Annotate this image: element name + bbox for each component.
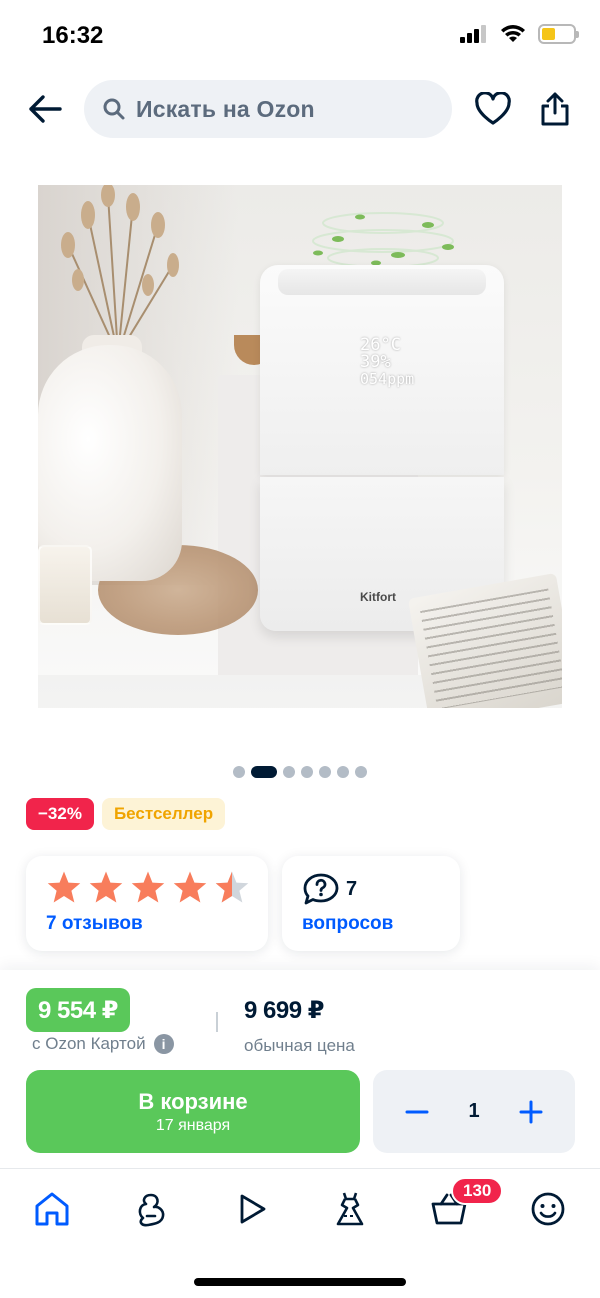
home-indicator xyxy=(194,1278,406,1286)
promo-icon xyxy=(138,1193,165,1227)
tab-fashion[interactable] xyxy=(324,1183,376,1235)
star-icon xyxy=(89,871,123,903)
ozon-card-price: 9 554 ₽ xyxy=(38,996,118,1024)
question-bubble-icon xyxy=(303,873,339,905)
star-icon xyxy=(131,871,165,903)
gallery-dot[interactable] xyxy=(319,766,331,778)
tab-promo[interactable] xyxy=(125,1183,177,1235)
questions-card[interactable]: 7 вопросов xyxy=(282,856,460,951)
star-icon xyxy=(47,871,81,903)
search-input[interactable]: Искать на Ozon xyxy=(84,80,452,138)
product-badges: −32% Бестселлер xyxy=(26,798,226,830)
plus-icon xyxy=(519,1100,543,1123)
quantity-value: 1 xyxy=(468,1100,480,1122)
price-divider xyxy=(216,1012,218,1032)
ozon-card-price-badge[interactable]: 9 554 ₽ xyxy=(26,988,130,1032)
home-icon xyxy=(35,1192,69,1226)
in-cart-button[interactable]: В корзине 17 января xyxy=(26,1070,360,1153)
status-icons xyxy=(460,24,579,44)
in-cart-title: В корзине xyxy=(138,1088,248,1114)
share-button[interactable] xyxy=(532,86,578,132)
rating-stars xyxy=(46,870,250,904)
image-dried-grass xyxy=(61,185,179,355)
ozon-card-label-text: с Ozon Картой xyxy=(32,1034,146,1053)
battery-icon xyxy=(538,24,579,44)
purifier-lid xyxy=(278,269,486,295)
newspaper-text-lines xyxy=(420,588,562,708)
info-icon[interactable]: i xyxy=(153,1034,174,1054)
questions-row: 7 xyxy=(302,872,357,906)
display-humidity: 39% xyxy=(360,352,391,372)
purifier-display: 26°C 39% 054ppm xyxy=(360,337,414,388)
questions-link[interactable]: вопросов xyxy=(302,913,393,935)
reviews-link[interactable]: 7 отзывов xyxy=(46,913,143,935)
battery-level xyxy=(542,28,555,40)
bottom-tab-bar xyxy=(0,1168,600,1248)
minus-icon xyxy=(405,1110,429,1113)
gallery-dot[interactable] xyxy=(337,766,349,778)
cart-count-badge: 130 xyxy=(451,1177,504,1205)
gallery-dot-active[interactable] xyxy=(251,766,277,778)
heart-icon xyxy=(475,92,511,125)
rating-card[interactable]: 7 отзывов xyxy=(26,856,268,951)
gallery-dot[interactable] xyxy=(283,766,295,778)
arrow-left-icon xyxy=(29,95,62,123)
ozon-card-price-label[interactable]: с Ozon Картой i xyxy=(32,1034,174,1054)
discount-badge: −32% xyxy=(26,798,94,830)
dress-icon xyxy=(336,1192,364,1226)
image-candle xyxy=(38,545,92,625)
gallery-dot[interactable] xyxy=(355,766,367,778)
search-icon xyxy=(103,98,125,120)
regular-price-label: обычная цена xyxy=(244,1036,355,1055)
purchase-panel: 9 554 ₽ с Ozon Картой i 9 699 ₽ обычная … xyxy=(0,970,600,1170)
top-navigation: Искать на Ozon xyxy=(0,78,600,140)
profile-icon xyxy=(531,1192,565,1226)
back-button[interactable] xyxy=(22,86,68,132)
search-placeholder: Искать на Ozon xyxy=(136,95,315,122)
tab-video[interactable] xyxy=(226,1183,278,1235)
gallery-dot[interactable] xyxy=(233,766,245,778)
product-image[interactable]: 26°C 39% 054ppm Kitfort xyxy=(38,185,562,708)
status-bar: 16:32 xyxy=(0,0,600,70)
share-icon xyxy=(541,92,569,126)
tab-home[interactable] xyxy=(26,1183,78,1235)
cellular-signal-icon xyxy=(460,25,486,43)
gallery-pagination xyxy=(0,765,600,779)
decrease-quantity-button[interactable] xyxy=(399,1094,435,1130)
regular-price: 9 699 ₽ xyxy=(244,997,324,1024)
play-icon xyxy=(240,1194,266,1224)
star-half-icon xyxy=(215,871,249,903)
questions-count: 7 xyxy=(346,877,358,900)
bestseller-badge[interactable]: Бестселлер xyxy=(101,798,226,830)
tab-profile[interactable] xyxy=(522,1183,574,1235)
image-leaves-swirl xyxy=(312,212,454,268)
gallery-dot[interactable] xyxy=(301,766,313,778)
star-icon xyxy=(173,871,207,903)
purifier-brand-logo: Kitfort xyxy=(360,590,396,604)
status-time: 16:32 xyxy=(42,22,104,49)
display-ppm: 054ppm xyxy=(360,370,415,388)
wifi-icon xyxy=(501,25,525,42)
delivery-date: 17 января xyxy=(155,1116,231,1134)
favorite-button[interactable] xyxy=(470,86,516,132)
increase-quantity-button[interactable] xyxy=(513,1094,549,1130)
quantity-stepper: 1 xyxy=(373,1070,575,1153)
